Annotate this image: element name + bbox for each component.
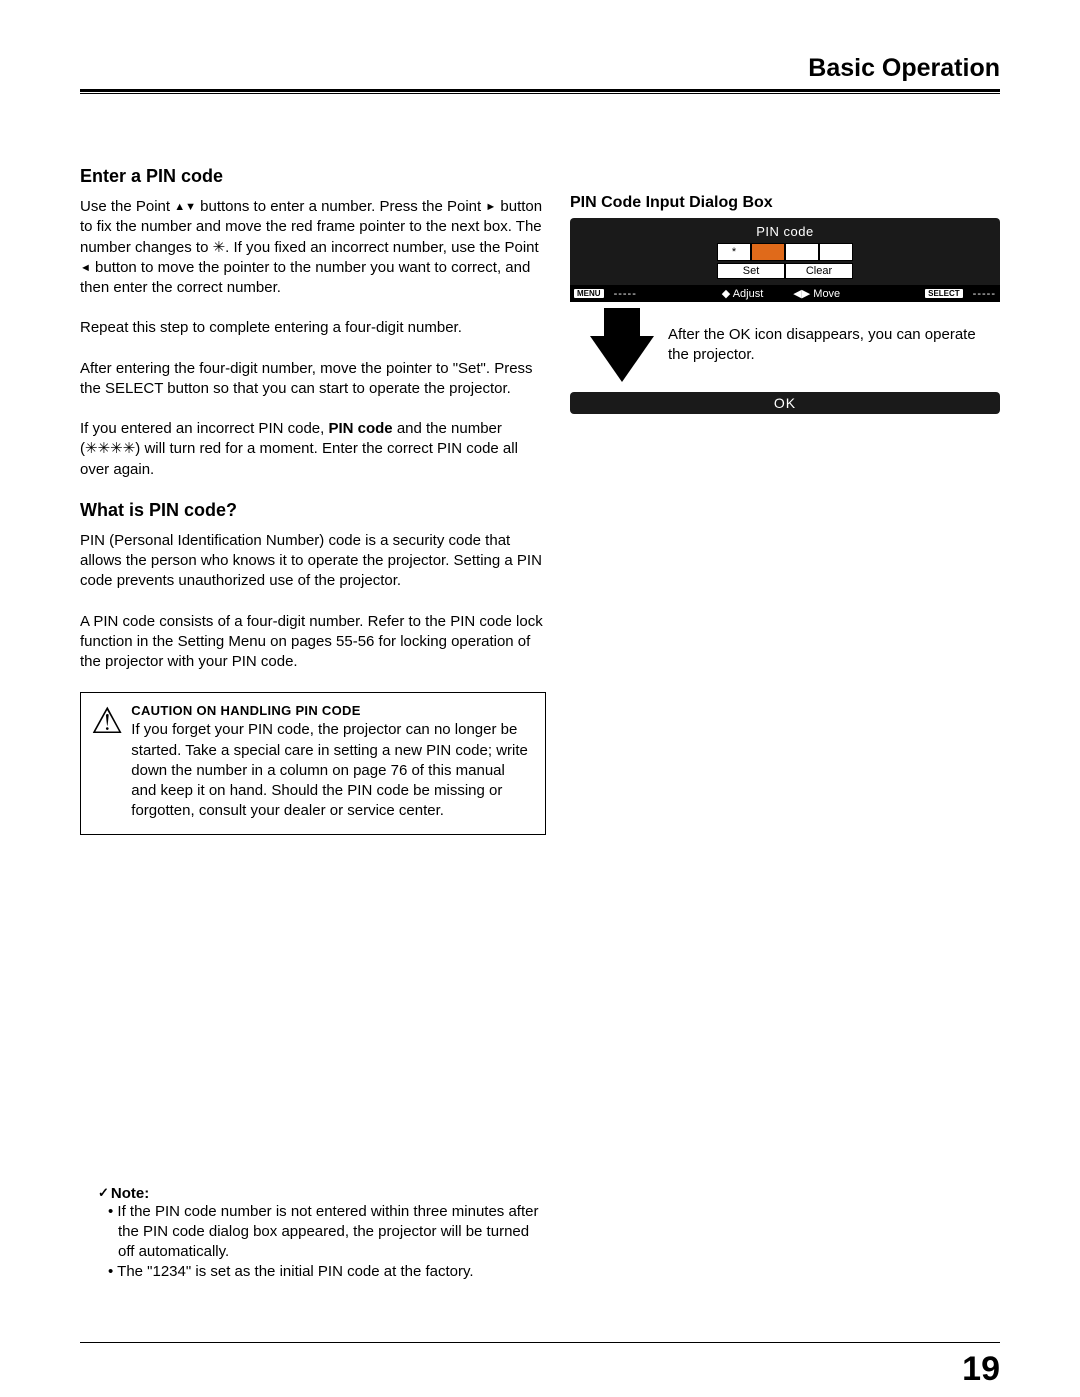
header-rule-thick xyxy=(80,89,1000,92)
caution-text: If you forget your PIN code, the project… xyxy=(131,720,533,821)
footer-rule xyxy=(80,1342,1000,1343)
triangle-left-icon: ◄ xyxy=(80,261,91,276)
updown-icon: ◆ xyxy=(722,288,730,300)
right-column: PIN Code Input Dialog Box PIN code * Set… xyxy=(570,166,1000,1283)
pin-cell-4 xyxy=(819,243,853,261)
hint-adjust: ◆ Adjust xyxy=(722,287,764,300)
note-item-1: If the PIN code number is not entered wi… xyxy=(108,1202,546,1263)
left-column: Enter a PIN code Use the Point ▲▼ button… xyxy=(80,166,546,1283)
header-rule-thin xyxy=(80,93,1000,94)
move-label: Move xyxy=(813,288,840,300)
asterisks-icon: ✳✳✳✳ xyxy=(85,440,135,457)
pin-cell-3 xyxy=(785,243,819,261)
footer: 19 xyxy=(80,1342,1000,1343)
para-instructions-4: If you entered an incorrect PIN code, PI… xyxy=(80,419,546,480)
select-tag: SELECT xyxy=(925,289,963,298)
leftright-icon: ◀▶ xyxy=(793,288,810,300)
heading-what-is-pin: What is PIN code? xyxy=(80,500,546,521)
adjust-label: Adjust xyxy=(733,288,764,300)
pin-code-label: PIN code xyxy=(570,224,1000,239)
triangle-right-icon: ► xyxy=(485,200,496,215)
asterisk-icon: ✳ xyxy=(213,239,226,256)
note-block: ✓Note: If the PIN code number is not ent… xyxy=(80,1185,546,1283)
text: ) will turn red for a moment. Enter the … xyxy=(80,440,518,477)
arrow-block: After the OK icon disappears, you can op… xyxy=(590,308,1000,382)
para-what-2: A PIN code consists of a four-digit numb… xyxy=(80,612,546,673)
heading-enter-pin: Enter a PIN code xyxy=(80,166,546,187)
down-arrow-icon xyxy=(590,336,654,382)
para-instructions-1: Use the Point ▲▼ buttons to enter a numb… xyxy=(80,197,546,298)
text: buttons to enter a number. Press the Poi… xyxy=(196,198,485,215)
para-instructions-2: Repeat this step to complete entering a … xyxy=(80,318,546,338)
para-instructions-3: After entering the four-digit number, mo… xyxy=(80,359,546,400)
menu-tag: MENU xyxy=(574,289,604,298)
note-label: Note: xyxy=(111,1185,149,1202)
dialog-title: PIN Code Input Dialog Box xyxy=(570,194,1000,212)
bold-pin-code: PIN code xyxy=(328,420,392,437)
dash-right: ----- xyxy=(973,288,996,300)
text: . If you fixed an incorrect number, use … xyxy=(225,239,539,256)
dash-left: ----- xyxy=(614,288,637,300)
note-item-2: The "1234" is set as the initial PIN cod… xyxy=(108,1262,546,1282)
text: If you entered an incorrect PIN code, xyxy=(80,420,328,437)
set-button: Set xyxy=(717,263,785,279)
pin-dialog: PIN code * Set Clear MENU ----- xyxy=(570,218,1000,302)
pin-buttons: Set Clear xyxy=(570,263,1000,285)
pin-dialog-top: PIN code * Set Clear xyxy=(570,218,1000,285)
clear-button: Clear xyxy=(785,263,853,279)
ok-bar: OK xyxy=(570,392,1000,414)
pin-cell-1: * xyxy=(717,243,751,261)
text: Use the Point xyxy=(80,198,174,215)
check-icon: ✓ xyxy=(98,1185,109,1200)
pin-cell-2-selected xyxy=(751,243,785,261)
warning-icon: ⚠ xyxy=(91,703,123,821)
text: button to move the pointer to the number… xyxy=(80,259,530,296)
section-header: Basic Operation xyxy=(80,54,1000,87)
pin-cells: * xyxy=(570,243,1000,261)
para-what-1: PIN (Personal Identification Number) cod… xyxy=(80,531,546,592)
page-number: 19 xyxy=(962,1350,1000,1389)
caution-title: CAUTION ON HANDLING PIN CODE xyxy=(131,703,533,718)
pin-hint-bar: MENU ----- ◆ Adjust ◀▶ Move SELECT ----- xyxy=(570,285,1000,302)
caution-box: ⚠ CAUTION ON HANDLING PIN CODE If you fo… xyxy=(80,692,546,834)
after-ok-text: After the OK icon disappears, you can op… xyxy=(668,325,1000,366)
triangle-up-down-icon: ▲▼ xyxy=(174,200,196,215)
note-heading: ✓Note: xyxy=(98,1185,546,1202)
hint-move: ◀▶ Move xyxy=(793,287,840,300)
